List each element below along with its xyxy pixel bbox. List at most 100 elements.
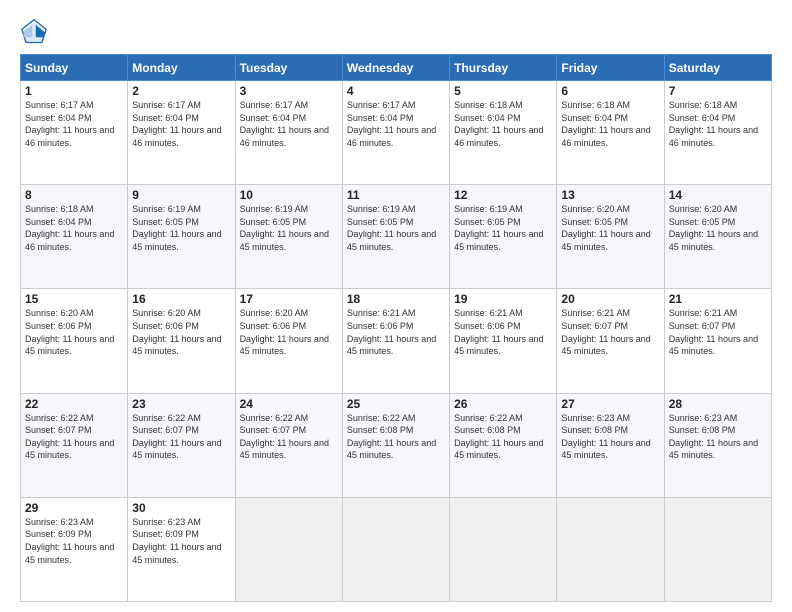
day-number: 23 (132, 397, 230, 411)
day-info: Sunrise: 6:22 AM Sunset: 6:08 PM Dayligh… (347, 412, 445, 462)
day-number: 8 (25, 188, 123, 202)
day-info: Sunrise: 6:17 AM Sunset: 6:04 PM Dayligh… (132, 99, 230, 149)
day-number: 11 (347, 188, 445, 202)
day-info: Sunrise: 6:22 AM Sunset: 6:08 PM Dayligh… (454, 412, 552, 462)
day-number: 15 (25, 292, 123, 306)
day-info: Sunrise: 6:23 AM Sunset: 6:08 PM Dayligh… (561, 412, 659, 462)
day-info: Sunrise: 6:20 AM Sunset: 6:05 PM Dayligh… (561, 203, 659, 253)
weekday-header-friday: Friday (557, 55, 664, 81)
day-info: Sunrise: 6:21 AM Sunset: 6:06 PM Dayligh… (347, 307, 445, 357)
day-cell: 23Sunrise: 6:22 AM Sunset: 6:07 PM Dayli… (128, 393, 235, 497)
day-number: 13 (561, 188, 659, 202)
day-info: Sunrise: 6:19 AM Sunset: 6:05 PM Dayligh… (240, 203, 338, 253)
day-info: Sunrise: 6:17 AM Sunset: 6:04 PM Dayligh… (240, 99, 338, 149)
weekday-header-saturday: Saturday (664, 55, 771, 81)
day-cell: 10Sunrise: 6:19 AM Sunset: 6:05 PM Dayli… (235, 185, 342, 289)
day-cell: 4Sunrise: 6:17 AM Sunset: 6:04 PM Daylig… (342, 81, 449, 185)
day-number: 30 (132, 501, 230, 515)
day-cell: 3Sunrise: 6:17 AM Sunset: 6:04 PM Daylig… (235, 81, 342, 185)
day-info: Sunrise: 6:23 AM Sunset: 6:09 PM Dayligh… (132, 516, 230, 566)
day-cell: 19Sunrise: 6:21 AM Sunset: 6:06 PM Dayli… (450, 289, 557, 393)
day-cell: 6Sunrise: 6:18 AM Sunset: 6:04 PM Daylig… (557, 81, 664, 185)
day-info: Sunrise: 6:18 AM Sunset: 6:04 PM Dayligh… (454, 99, 552, 149)
weekday-header-sunday: Sunday (21, 55, 128, 81)
day-number: 25 (347, 397, 445, 411)
header (20, 18, 772, 46)
weekday-header-row: SundayMondayTuesdayWednesdayThursdayFrid… (21, 55, 772, 81)
day-info: Sunrise: 6:23 AM Sunset: 6:09 PM Dayligh… (25, 516, 123, 566)
day-info: Sunrise: 6:21 AM Sunset: 6:07 PM Dayligh… (669, 307, 767, 357)
day-number: 29 (25, 501, 123, 515)
day-cell: 28Sunrise: 6:23 AM Sunset: 6:08 PM Dayli… (664, 393, 771, 497)
weekday-header-wednesday: Wednesday (342, 55, 449, 81)
day-cell: 27Sunrise: 6:23 AM Sunset: 6:08 PM Dayli… (557, 393, 664, 497)
day-cell: 18Sunrise: 6:21 AM Sunset: 6:06 PM Dayli… (342, 289, 449, 393)
day-info: Sunrise: 6:20 AM Sunset: 6:06 PM Dayligh… (25, 307, 123, 357)
day-cell: 5Sunrise: 6:18 AM Sunset: 6:04 PM Daylig… (450, 81, 557, 185)
day-cell: 7Sunrise: 6:18 AM Sunset: 6:04 PM Daylig… (664, 81, 771, 185)
day-info: Sunrise: 6:21 AM Sunset: 6:06 PM Dayligh… (454, 307, 552, 357)
day-info: Sunrise: 6:19 AM Sunset: 6:05 PM Dayligh… (347, 203, 445, 253)
day-cell: 14Sunrise: 6:20 AM Sunset: 6:05 PM Dayli… (664, 185, 771, 289)
day-cell: 13Sunrise: 6:20 AM Sunset: 6:05 PM Dayli… (557, 185, 664, 289)
day-cell: 30Sunrise: 6:23 AM Sunset: 6:09 PM Dayli… (128, 497, 235, 601)
day-cell: 21Sunrise: 6:21 AM Sunset: 6:07 PM Dayli… (664, 289, 771, 393)
day-info: Sunrise: 6:21 AM Sunset: 6:07 PM Dayligh… (561, 307, 659, 357)
weekday-header-thursday: Thursday (450, 55, 557, 81)
day-number: 5 (454, 84, 552, 98)
week-row-2: 8Sunrise: 6:18 AM Sunset: 6:04 PM Daylig… (21, 185, 772, 289)
day-info: Sunrise: 6:18 AM Sunset: 6:04 PM Dayligh… (25, 203, 123, 253)
week-row-3: 15Sunrise: 6:20 AM Sunset: 6:06 PM Dayli… (21, 289, 772, 393)
day-info: Sunrise: 6:22 AM Sunset: 6:07 PM Dayligh… (132, 412, 230, 462)
day-cell: 15Sunrise: 6:20 AM Sunset: 6:06 PM Dayli… (21, 289, 128, 393)
logo (20, 18, 52, 46)
day-info: Sunrise: 6:17 AM Sunset: 6:04 PM Dayligh… (25, 99, 123, 149)
day-info: Sunrise: 6:20 AM Sunset: 6:05 PM Dayligh… (669, 203, 767, 253)
day-number: 10 (240, 188, 338, 202)
day-cell: 11Sunrise: 6:19 AM Sunset: 6:05 PM Dayli… (342, 185, 449, 289)
day-number: 2 (132, 84, 230, 98)
day-number: 18 (347, 292, 445, 306)
week-row-1: 1Sunrise: 6:17 AM Sunset: 6:04 PM Daylig… (21, 81, 772, 185)
day-cell: 25Sunrise: 6:22 AM Sunset: 6:08 PM Dayli… (342, 393, 449, 497)
day-cell: 2Sunrise: 6:17 AM Sunset: 6:04 PM Daylig… (128, 81, 235, 185)
day-number: 21 (669, 292, 767, 306)
day-number: 9 (132, 188, 230, 202)
day-cell: 8Sunrise: 6:18 AM Sunset: 6:04 PM Daylig… (21, 185, 128, 289)
day-number: 22 (25, 397, 123, 411)
day-number: 12 (454, 188, 552, 202)
day-number: 3 (240, 84, 338, 98)
weekday-header-tuesday: Tuesday (235, 55, 342, 81)
day-number: 17 (240, 292, 338, 306)
day-cell: 1Sunrise: 6:17 AM Sunset: 6:04 PM Daylig… (21, 81, 128, 185)
day-info: Sunrise: 6:20 AM Sunset: 6:06 PM Dayligh… (240, 307, 338, 357)
day-number: 20 (561, 292, 659, 306)
day-number: 26 (454, 397, 552, 411)
day-info: Sunrise: 6:19 AM Sunset: 6:05 PM Dayligh… (132, 203, 230, 253)
weekday-header-monday: Monday (128, 55, 235, 81)
day-cell (450, 497, 557, 601)
day-number: 24 (240, 397, 338, 411)
day-number: 19 (454, 292, 552, 306)
day-info: Sunrise: 6:18 AM Sunset: 6:04 PM Dayligh… (561, 99, 659, 149)
day-number: 28 (669, 397, 767, 411)
day-info: Sunrise: 6:22 AM Sunset: 6:07 PM Dayligh… (240, 412, 338, 462)
day-number: 27 (561, 397, 659, 411)
calendar-table: SundayMondayTuesdayWednesdayThursdayFrid… (20, 54, 772, 602)
day-cell: 26Sunrise: 6:22 AM Sunset: 6:08 PM Dayli… (450, 393, 557, 497)
week-row-5: 29Sunrise: 6:23 AM Sunset: 6:09 PM Dayli… (21, 497, 772, 601)
day-cell (664, 497, 771, 601)
page: SundayMondayTuesdayWednesdayThursdayFrid… (0, 0, 792, 612)
day-cell (235, 497, 342, 601)
day-info: Sunrise: 6:23 AM Sunset: 6:08 PM Dayligh… (669, 412, 767, 462)
day-cell: 22Sunrise: 6:22 AM Sunset: 6:07 PM Dayli… (21, 393, 128, 497)
day-info: Sunrise: 6:17 AM Sunset: 6:04 PM Dayligh… (347, 99, 445, 149)
day-cell: 29Sunrise: 6:23 AM Sunset: 6:09 PM Dayli… (21, 497, 128, 601)
day-number: 7 (669, 84, 767, 98)
day-info: Sunrise: 6:18 AM Sunset: 6:04 PM Dayligh… (669, 99, 767, 149)
day-cell: 17Sunrise: 6:20 AM Sunset: 6:06 PM Dayli… (235, 289, 342, 393)
logo-icon (20, 18, 48, 46)
day-cell: 12Sunrise: 6:19 AM Sunset: 6:05 PM Dayli… (450, 185, 557, 289)
day-info: Sunrise: 6:20 AM Sunset: 6:06 PM Dayligh… (132, 307, 230, 357)
day-info: Sunrise: 6:22 AM Sunset: 6:07 PM Dayligh… (25, 412, 123, 462)
